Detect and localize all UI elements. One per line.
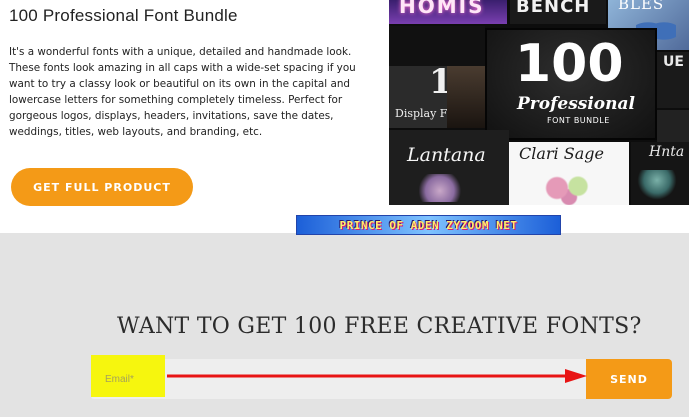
tile-homis: HOMIS bbox=[389, 0, 507, 24]
tile-lantana: Lantana bbox=[389, 130, 509, 205]
tile-portrait-photo bbox=[447, 66, 485, 128]
watermark-banner: PRINCE OF ADEN ZYZOOM NET bbox=[296, 215, 561, 235]
tile-bench: BENCH bbox=[510, 0, 606, 24]
flower-bouquet bbox=[539, 170, 599, 205]
send-button[interactable]: SEND bbox=[586, 359, 672, 399]
tile-hnta: Hnta bbox=[631, 142, 689, 205]
tile-bench-label: BENCH bbox=[516, 0, 591, 17]
flower-decoration bbox=[419, 174, 471, 202]
tile-bles-label: BLES bbox=[618, 0, 665, 13]
tile-homis-label: HOMIS bbox=[399, 0, 485, 18]
tile-lantana-label: Lantana bbox=[407, 144, 486, 166]
tile-ue-label: UE bbox=[663, 54, 684, 70]
tile-clari-label: Clari Sage bbox=[519, 144, 604, 163]
center-script: Professional bbox=[517, 94, 635, 114]
tile-hnta-label: Hnta bbox=[649, 144, 685, 160]
center-caption: FONT BUNDLE bbox=[547, 116, 610, 125]
tile-clari-sage: Clari Sage bbox=[509, 142, 629, 205]
center-number: 100 bbox=[515, 34, 624, 94]
get-full-product-button[interactable]: GET FULL PRODUCT bbox=[11, 168, 193, 206]
font-bundle-collage-image: HOMIS BENCH BLES UE 10 Display Font 100 … bbox=[389, 0, 689, 205]
tile-dark-left bbox=[389, 26, 485, 66]
newsletter-heading: WANT TO GET 100 FREE CREATIVE FONTS? bbox=[117, 314, 642, 339]
tree-decoration bbox=[635, 170, 679, 204]
product-description: It's a wonderful fonts with a unique, de… bbox=[9, 46, 356, 138]
product-title: 100 Professional Font Bundle bbox=[9, 6, 238, 25]
tile-right-dark bbox=[657, 110, 689, 142]
red-arrow-annotation bbox=[167, 369, 587, 383]
tile-100-professional: 100 Professional FONT BUNDLE bbox=[485, 28, 657, 140]
tile-ue: UE bbox=[657, 52, 689, 108]
